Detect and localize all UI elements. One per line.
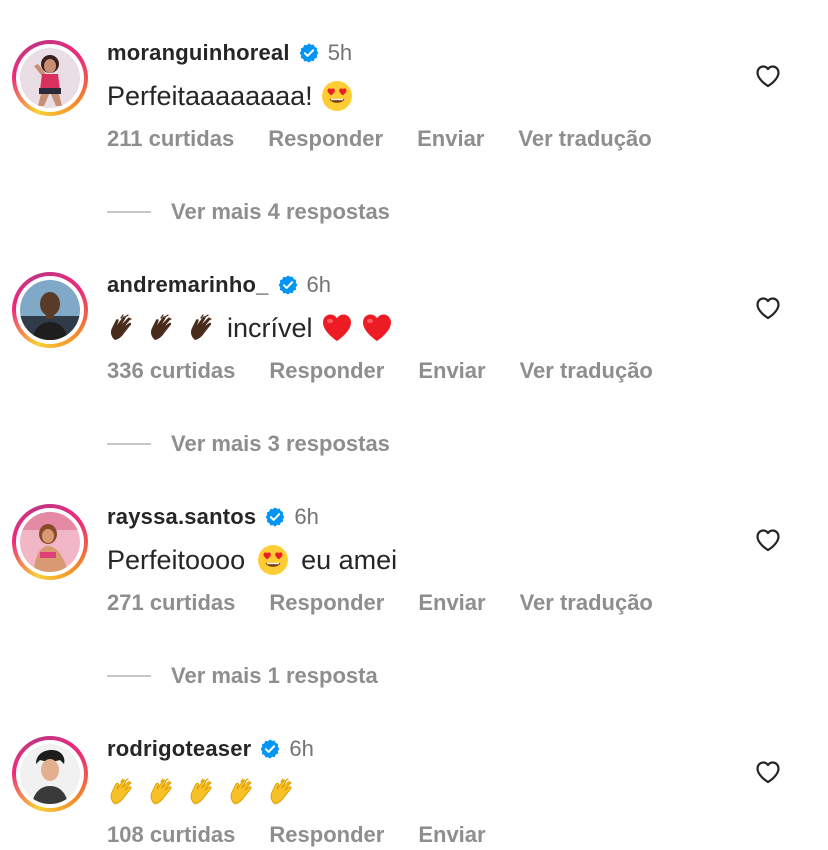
comment-text-content: Perfeitaaaaaaaa! — [107, 80, 313, 111]
likes-count[interactable]: 211 curtidas — [107, 126, 234, 152]
username[interactable]: rodrigoteaser — [107, 736, 251, 762]
avatar[interactable] — [12, 504, 88, 580]
reply-button[interactable]: Responder — [268, 126, 383, 152]
clapping-hands-icon — [267, 776, 299, 808]
avatar-photo — [20, 744, 80, 804]
reply-button[interactable]: Responder — [269, 822, 384, 848]
view-more-replies[interactable]: Ver mais 1 resposta — [107, 661, 378, 691]
comment-text-content: eu amei — [301, 544, 398, 575]
comment-text-content: Perfeitoooo — [107, 544, 246, 575]
avatar[interactable] — [12, 272, 88, 348]
view-more-replies-label[interactable]: Ver mais 1 resposta — [171, 663, 378, 689]
translate-button[interactable]: Ver tradução — [520, 358, 653, 384]
comment-actions: 108 curtidas Responder Enviar — [107, 820, 486, 850]
comment-item: rayssa.santos 6h Perfeitoooo eu amei 271… — [0, 504, 828, 736]
send-button[interactable]: Enviar — [417, 126, 484, 152]
comment-text-content: incrível — [227, 312, 313, 343]
send-button[interactable]: Enviar — [418, 358, 485, 384]
clapping-hands-icon — [187, 312, 219, 344]
send-button[interactable]: Enviar — [418, 590, 485, 616]
red-heart-icon — [321, 312, 353, 344]
verified-badge-icon — [264, 506, 286, 528]
username[interactable]: andremarinho_ — [107, 272, 269, 298]
like-heart-icon[interactable] — [755, 528, 781, 552]
comment-text — [107, 772, 299, 812]
comment-time: 6h — [306, 272, 332, 297]
divider — [107, 211, 151, 213]
comment-actions: 336 curtidas Responder Enviar Ver traduç… — [107, 356, 653, 386]
comment-time: 6h — [289, 736, 314, 761]
clapping-hands-icon — [187, 776, 219, 808]
avatar[interactable] — [12, 40, 88, 116]
view-more-replies-label[interactable]: Ver mais 3 respostas — [171, 431, 390, 457]
username[interactable]: rayssa.santos — [107, 504, 256, 530]
comment-time: 6h — [294, 504, 319, 529]
reply-button[interactable]: Responder — [269, 358, 384, 384]
likes-count[interactable]: 271 curtidas — [107, 590, 235, 616]
divider — [107, 443, 151, 445]
avatar-photo — [20, 512, 80, 572]
comment-text: Perfeitoooo eu amei — [107, 540, 397, 580]
comment-time: 5h — [327, 40, 353, 65]
verified-badge-icon — [259, 738, 281, 760]
comment-item: moranguinhoreal 5h Perfeitaaaaaaaa! 211 … — [0, 40, 828, 272]
username[interactable]: moranguinhoreal — [107, 40, 290, 66]
comment-item: andremarinho_ 6h incrível 336 curtidas R… — [0, 272, 828, 504]
like-heart-icon[interactable] — [755, 296, 781, 320]
verified-badge-icon — [298, 42, 320, 64]
heart-eyes-emoji-icon — [321, 80, 353, 112]
reply-button[interactable]: Responder — [269, 590, 384, 616]
clapping-hands-icon — [147, 312, 179, 344]
clapping-hands-icon — [227, 776, 259, 808]
view-more-replies[interactable]: Ver mais 3 respostas — [107, 429, 390, 459]
view-more-replies[interactable]: Ver mais 4 respostas — [107, 197, 390, 227]
verified-badge-icon — [277, 274, 299, 296]
clapping-hands-icon — [147, 776, 179, 808]
view-more-replies-label[interactable]: Ver mais 4 respostas — [171, 199, 390, 225]
comment-actions: 211 curtidas Responder Enviar Ver traduç… — [107, 124, 652, 154]
red-heart-icon — [361, 312, 393, 344]
comment-text: incrível — [107, 308, 393, 348]
like-heart-icon[interactable] — [755, 760, 781, 784]
likes-count[interactable]: 108 curtidas — [107, 822, 235, 848]
likes-count[interactable]: 336 curtidas — [107, 358, 235, 384]
heart-eyes-emoji-icon — [257, 544, 289, 576]
send-button[interactable]: Enviar — [418, 822, 485, 848]
comment-actions: 271 curtidas Responder Enviar Ver traduç… — [107, 588, 653, 618]
avatar-photo — [20, 280, 80, 340]
clapping-hands-icon — [107, 776, 139, 808]
comment-item: rodrigoteaser 6h 108 curtidas Responder … — [0, 736, 828, 850]
clapping-hands-icon — [107, 312, 139, 344]
avatar-photo — [20, 48, 80, 108]
like-heart-icon[interactable] — [755, 64, 781, 88]
avatar[interactable] — [12, 736, 88, 812]
divider — [107, 675, 151, 677]
translate-button[interactable]: Ver tradução — [518, 126, 651, 152]
translate-button[interactable]: Ver tradução — [520, 590, 653, 616]
comment-text: Perfeitaaaaaaaa! — [107, 76, 353, 116]
